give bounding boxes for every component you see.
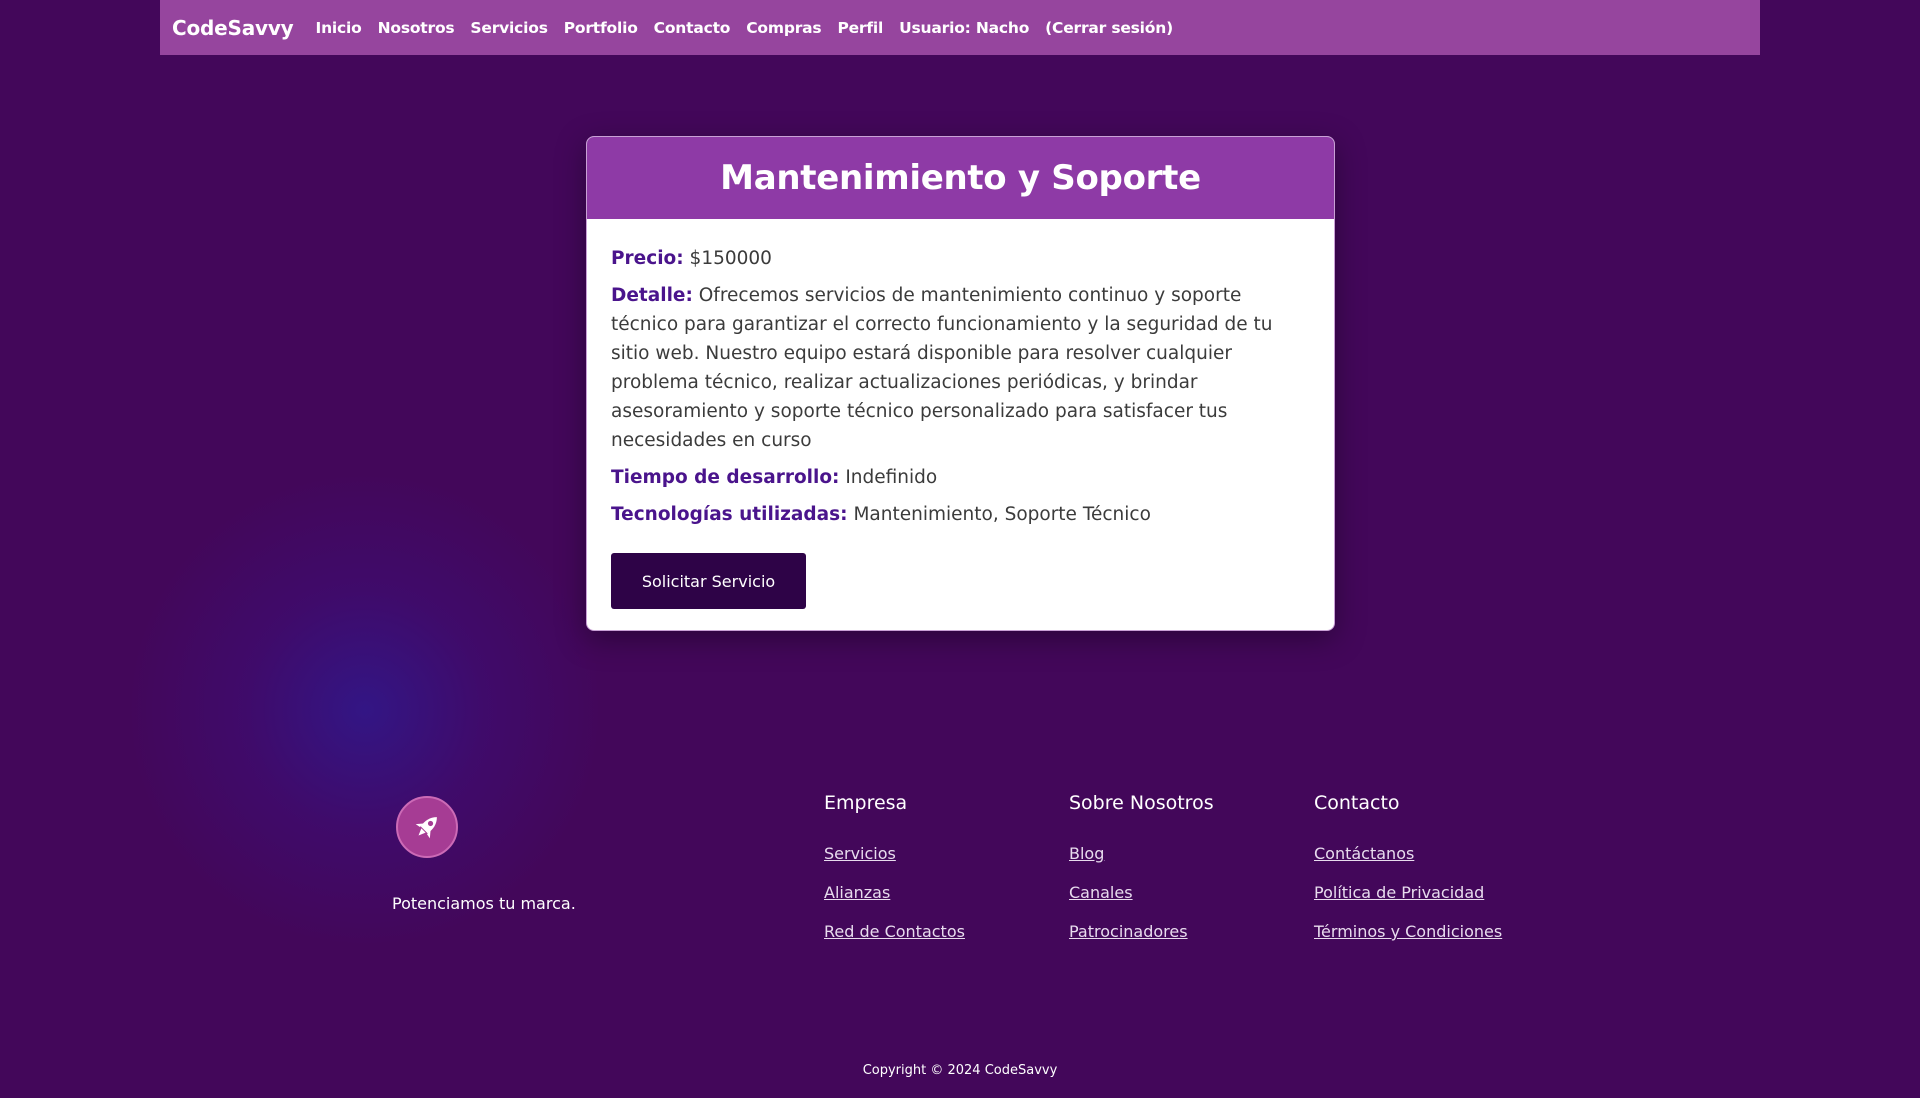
price-value: $150000 <box>689 248 772 269</box>
footer-link-canales[interactable]: Canales <box>1069 883 1214 902</box>
detail-field: Detalle: Ofrecemos servicios de mantenim… <box>611 281 1310 455</box>
nav-user[interactable]: Usuario: Nacho <box>899 19 1029 37</box>
footer-heading-empresa: Empresa <box>824 792 908 814</box>
service-card-header: Mantenimiento y Soporte <box>587 137 1334 219</box>
nav-link-compras[interactable]: Compras <box>746 19 821 37</box>
footer-column-empresa: Empresa Servicios Alianzas Red de Contac… <box>824 792 965 961</box>
nav-link-nosotros[interactable]: Nosotros <box>378 19 455 37</box>
background-glow <box>125 470 605 950</box>
technologies-field: Tecnologías utilizadas: Mantenimiento, S… <box>611 500 1310 529</box>
footer-link-terminos-y-condiciones[interactable]: Términos y Condiciones <box>1314 922 1502 941</box>
request-service-button[interactable]: Solicitar Servicio <box>611 553 806 609</box>
footer-link-contactanos[interactable]: Contáctanos <box>1314 844 1502 863</box>
price-field: Precio: $150000 <box>611 244 1310 273</box>
detail-value: Ofrecemos servicios de mantenimiento con… <box>611 285 1273 451</box>
development-time-value: Indefinido <box>845 467 938 488</box>
footer-link-politica-de-privacidad[interactable]: Política de Privacidad <box>1314 883 1502 902</box>
service-card: Mantenimiento y Soporte Precio: $150000 … <box>586 136 1335 631</box>
rocket-icon <box>415 817 437 839</box>
footer-heading-contacto: Contacto <box>1314 792 1400 814</box>
nav-link-contacto[interactable]: Contacto <box>654 19 731 37</box>
footer-link-servicios[interactable]: Servicios <box>824 844 965 863</box>
footer-column-sobre-nosotros: Sobre Nosotros Blog Canales Patrocinador… <box>1069 792 1214 961</box>
service-card-body: Precio: $150000 Detalle: Ofrecemos servi… <box>587 219 1334 609</box>
footer-column-contacto: Contacto Contáctanos Política de Privaci… <box>1314 792 1502 961</box>
footer-tagline: Potenciamos tu marca. <box>392 894 576 913</box>
technologies-label: Tecnologías utilizadas: <box>611 504 848 525</box>
footer-link-patrocinadores[interactable]: Patrocinadores <box>1069 922 1214 941</box>
logout-link[interactable]: (Cerrar sesión) <box>1045 19 1173 37</box>
footer-link-alianzas[interactable]: Alianzas <box>824 883 965 902</box>
technologies-value: Mantenimiento, Soporte Técnico <box>853 504 1151 525</box>
footer-link-blog[interactable]: Blog <box>1069 844 1214 863</box>
service-title: Mantenimiento y Soporte <box>720 158 1201 198</box>
top-navbar: CodeSavvy Inicio Nosotros Servicios Port… <box>160 0 1760 55</box>
footer-logo <box>396 796 458 858</box>
detail-label: Detalle: <box>611 285 693 306</box>
price-label: Precio: <box>611 248 684 269</box>
nav-link-perfil[interactable]: Perfil <box>837 19 883 37</box>
development-time-label: Tiempo de desarrollo: <box>611 467 840 488</box>
nav-link-portfolio[interactable]: Portfolio <box>564 19 638 37</box>
development-time-field: Tiempo de desarrollo: Indefinido <box>611 463 1310 492</box>
footer-link-red-de-contactos[interactable]: Red de Contactos <box>824 922 965 941</box>
brand-link[interactable]: CodeSavvy <box>172 16 294 40</box>
nav-link-servicios[interactable]: Servicios <box>470 19 548 37</box>
nav-link-inicio[interactable]: Inicio <box>316 19 362 37</box>
copyright-text: Copyright © 2024 CodeSavvy <box>862 1063 1058 1078</box>
footer-heading-sobre-nosotros: Sobre Nosotros <box>1069 792 1214 814</box>
